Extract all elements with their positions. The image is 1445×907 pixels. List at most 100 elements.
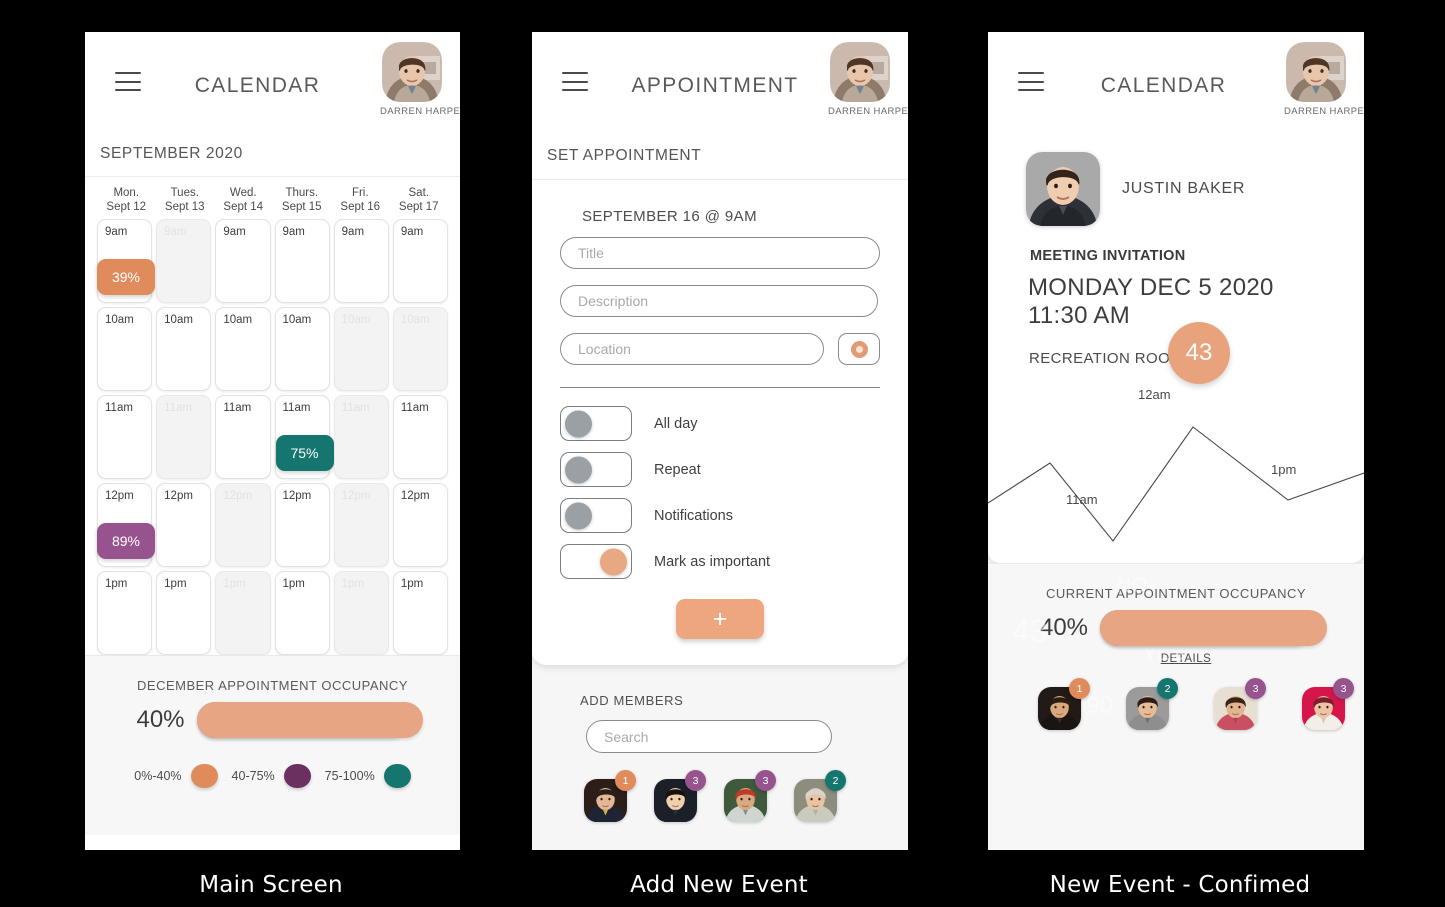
- member-avatar[interactable]: 1: [584, 770, 636, 822]
- calendar-cell[interactable]: 1pm: [156, 571, 212, 655]
- calendar-cell[interactable]: 10am: [392, 307, 448, 391]
- calendar-cell[interactable]: 12pm 89%: [97, 483, 155, 567]
- calendar-cell[interactable]: 10am: [215, 307, 271, 391]
- cell-hour-label: 9am: [164, 226, 187, 238]
- cell-hour-label: 10am: [223, 314, 253, 326]
- calendar-cell[interactable]: 11am: [392, 395, 448, 479]
- toggle-row-1: Repeat: [560, 452, 880, 487]
- legend-item-0: 0%-40%: [134, 764, 218, 788]
- member-avatar[interactable]: 2: [1126, 678, 1178, 730]
- cell-hour-label: 12pm: [223, 490, 253, 502]
- chart-point-label-1pm: 1pm: [1271, 462, 1297, 477]
- top-bar-main: CALENDAR DARREN HARPER: [85, 32, 460, 132]
- day-header-4: Fri. Sept 16: [331, 186, 390, 214]
- day-of-week: Tues.: [170, 187, 199, 199]
- user-profile[interactable]: DARREN HARPER: [828, 42, 908, 117]
- calendar-area: Mon. Sept 12 Tues. Sept 13 Wed. Sept 14 Thurs.…: [85, 177, 460, 655]
- invitee-row: JUSTIN BAKER: [988, 132, 1364, 226]
- calendar-cell[interactable]: 1pm: [215, 571, 271, 655]
- member-avatar[interactable]: 2: [794, 770, 846, 822]
- day-headers: Mon. Sept 12 Tues. Sept 13 Wed. Sept 14 Thurs.…: [97, 177, 448, 219]
- user-name: DARREN HARPER: [1284, 106, 1364, 117]
- occupancy-panel-current: NO 43 YES 890 CURRENT APPOINTMENT OCCUPA…: [988, 563, 1364, 850]
- location-picker-button[interactable]: [838, 333, 880, 365]
- calendar-cell[interactable]: 12pm: [392, 483, 448, 567]
- calendar-cell[interactable]: 11am: [97, 395, 153, 479]
- calendar-cell[interactable]: 12pm: [156, 483, 212, 567]
- day-header-0: Mon. Sept 12: [97, 186, 156, 214]
- occupancy-fill: [1100, 610, 1327, 646]
- calendar-cell[interactable]: 10am: [333, 307, 389, 391]
- cell-hour-label: 11am: [105, 402, 133, 414]
- cell-hour-label: 9am: [223, 226, 246, 238]
- calendar-cell[interactable]: 10am: [274, 307, 330, 391]
- toggle-row-2: Notifications: [560, 498, 880, 533]
- day-date: Sept 12: [106, 201, 147, 213]
- caption-main: Main Screen: [199, 872, 343, 898]
- details-link[interactable]: DETAILS: [1008, 653, 1364, 665]
- member-badge: 3: [755, 770, 776, 791]
- menu-icon[interactable]: [115, 72, 141, 91]
- toggle-all-day[interactable]: [560, 406, 632, 441]
- calendar-cell[interactable]: 9am: [215, 219, 271, 303]
- calendar-cell[interactable]: 9am: [274, 219, 330, 303]
- calendar-cell[interactable]: 1pm: [333, 571, 389, 655]
- calendar-cell[interactable]: 1pm: [274, 571, 330, 655]
- user-profile[interactable]: DARREN HARPER: [1284, 42, 1364, 117]
- add-appointment-button[interactable]: +: [676, 599, 764, 639]
- toggle-mark-as-important[interactable]: [560, 544, 632, 579]
- toggle-notifications[interactable]: [560, 498, 632, 533]
- meeting-invitation-label: MEETING INVITATION: [1030, 248, 1186, 264]
- calendar-cell[interactable]: 1pm: [392, 571, 448, 655]
- calendar-grid[interactable]: 9am 39% 9am 9am 9am 9am 9am 10am 10am 10am 10am 10a…: [97, 219, 448, 655]
- day-header-1: Tues. Sept 13: [156, 186, 215, 214]
- member-avatar[interactable]: 3: [724, 770, 776, 822]
- calendar-cell[interactable]: 10am: [97, 307, 153, 391]
- calendar-cell[interactable]: 9am 39%: [97, 219, 155, 303]
- location-input[interactable]: [560, 333, 824, 365]
- calendar-cell[interactable]: 12pm: [274, 483, 330, 567]
- calendar-cell[interactable]: 11am: [156, 395, 212, 479]
- calendar-cell[interactable]: 9am: [156, 219, 212, 303]
- calendar-cell[interactable]: 11am: [333, 395, 389, 479]
- toggle-label: Repeat: [654, 461, 701, 478]
- calendar-cell[interactable]: 1pm: [97, 571, 153, 655]
- member-avatar[interactable]: 1: [1038, 678, 1090, 730]
- member-badge: 1: [615, 770, 636, 791]
- title-input[interactable]: [560, 237, 880, 269]
- calendar-cell[interactable]: 9am: [392, 219, 448, 303]
- member-list[interactable]: 1 3 3 2: [584, 770, 860, 822]
- member-avatar[interactable]: 3: [1214, 678, 1266, 730]
- cell-hour-label: 1pm: [105, 578, 128, 590]
- meeting-date-line1: MONDAY DEC 5 2020: [1028, 274, 1274, 301]
- caption-confirmed: New Event - Confimed: [1049, 872, 1311, 898]
- occupancy-chip[interactable]: 89%: [97, 523, 155, 559]
- calendar-cell[interactable]: 11am: [215, 395, 271, 479]
- toggle-row-3: Mark as important: [560, 544, 880, 579]
- user-profile[interactable]: DARREN HARPER: [380, 42, 460, 117]
- calendar-cell[interactable]: 9am: [333, 219, 389, 303]
- day-of-week: Fri.: [351, 187, 369, 199]
- calendar-cell[interactable]: 10am: [156, 307, 212, 391]
- member-badge: 1: [1069, 678, 1090, 699]
- toggle-repeat[interactable]: [560, 452, 632, 487]
- member-avatar[interactable]: 3: [654, 770, 706, 822]
- attendee-list[interactable]: 1 2 3 3: [1038, 678, 1364, 730]
- calendar-cell[interactable]: 11am 75%: [274, 395, 334, 479]
- member-avatar[interactable]: 3: [1302, 678, 1354, 730]
- calendar-cell[interactable]: 12pm: [333, 483, 389, 567]
- search-input[interactable]: [586, 720, 832, 753]
- menu-icon[interactable]: [562, 72, 588, 91]
- cell-hour-label: 9am: [400, 226, 424, 238]
- cell-hour-label: 10am: [341, 314, 371, 326]
- occupancy-chip[interactable]: 75%: [275, 435, 334, 471]
- calendar-cell[interactable]: 12pm: [215, 483, 271, 567]
- toggle-list: All day Repeat Notifications Mark as import…: [560, 406, 880, 579]
- caption-add-event: Add New Event: [630, 872, 808, 898]
- user-name: DARREN HARPER: [828, 106, 908, 117]
- menu-icon[interactable]: [1018, 72, 1044, 91]
- occupancy-fill: [196, 702, 424, 738]
- occupancy-chip[interactable]: 39%: [97, 259, 155, 295]
- legend-label: 75-100%: [324, 769, 375, 783]
- description-input[interactable]: [560, 285, 878, 317]
